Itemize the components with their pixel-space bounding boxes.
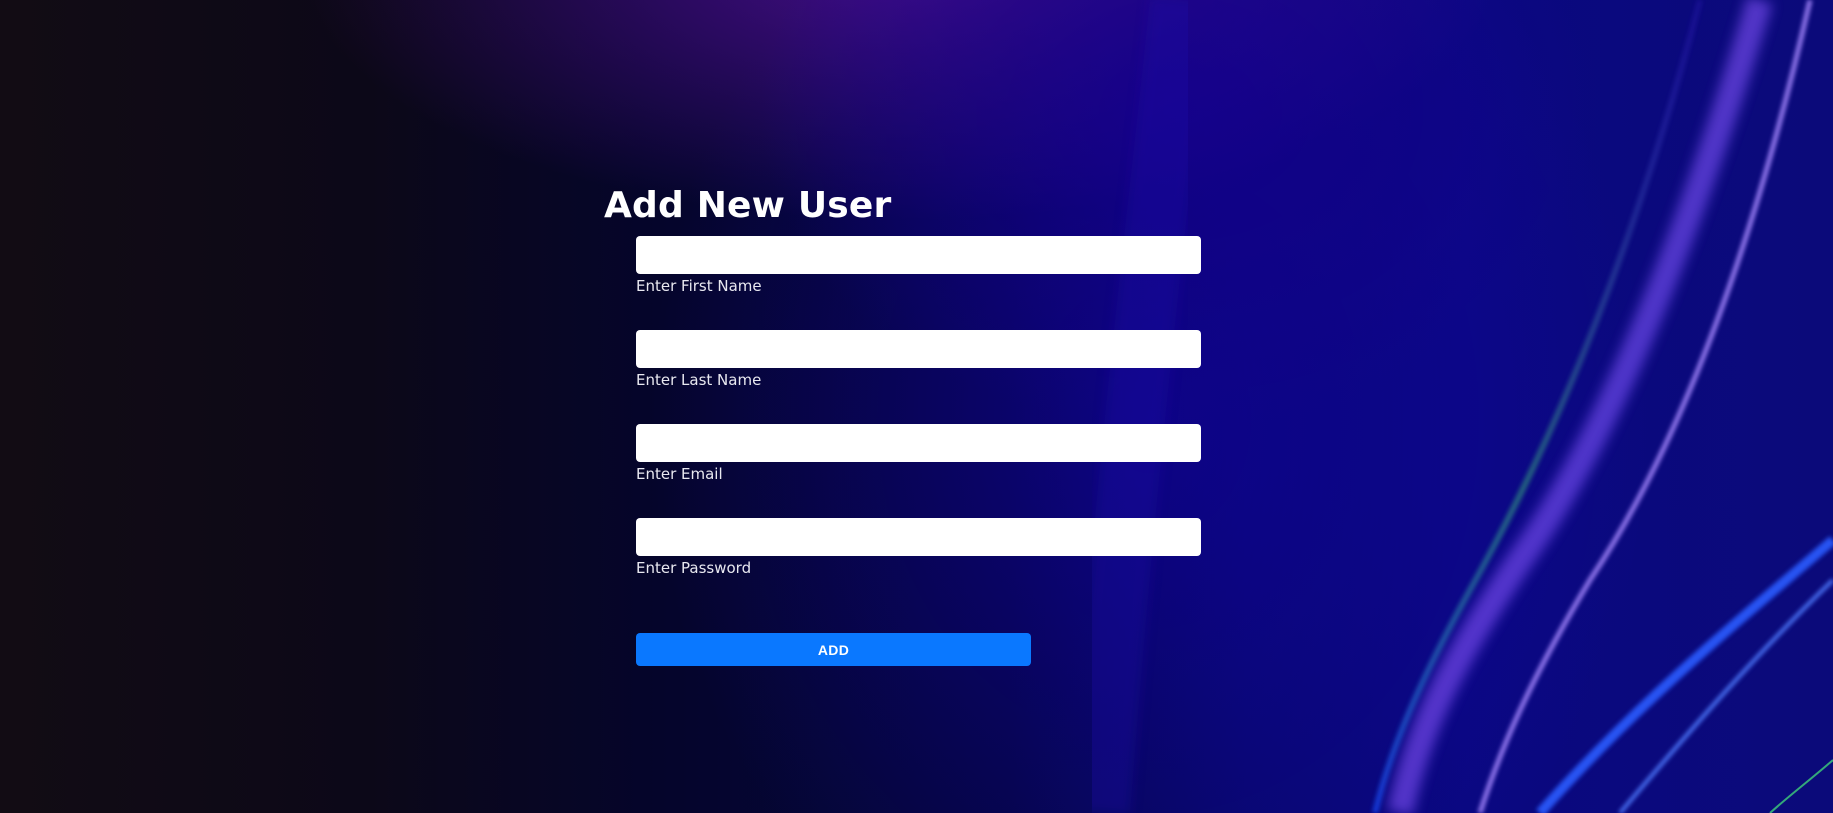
password-group: Enter Password — [636, 518, 1201, 577]
last-name-label: Enter Last Name — [636, 371, 762, 389]
last-name-input[interactable] — [636, 330, 1201, 368]
page-title: Add New User — [604, 185, 892, 226]
password-input[interactable] — [636, 518, 1201, 556]
email-label: Enter Email — [636, 465, 723, 483]
last-name-group: Enter Last Name — [636, 330, 1201, 389]
email-group: Enter Email — [636, 424, 1201, 483]
first-name-input[interactable] — [636, 236, 1201, 274]
add-user-form: Add New User Enter First Name Enter Last… — [604, 176, 1204, 666]
background-wallpaper — [1070, 0, 1833, 813]
first-name-label: Enter First Name — [636, 277, 762, 295]
password-label: Enter Password — [636, 559, 752, 577]
add-button[interactable]: ADD — [636, 633, 1031, 666]
email-input[interactable] — [636, 424, 1201, 462]
first-name-group: Enter First Name — [636, 236, 1201, 295]
